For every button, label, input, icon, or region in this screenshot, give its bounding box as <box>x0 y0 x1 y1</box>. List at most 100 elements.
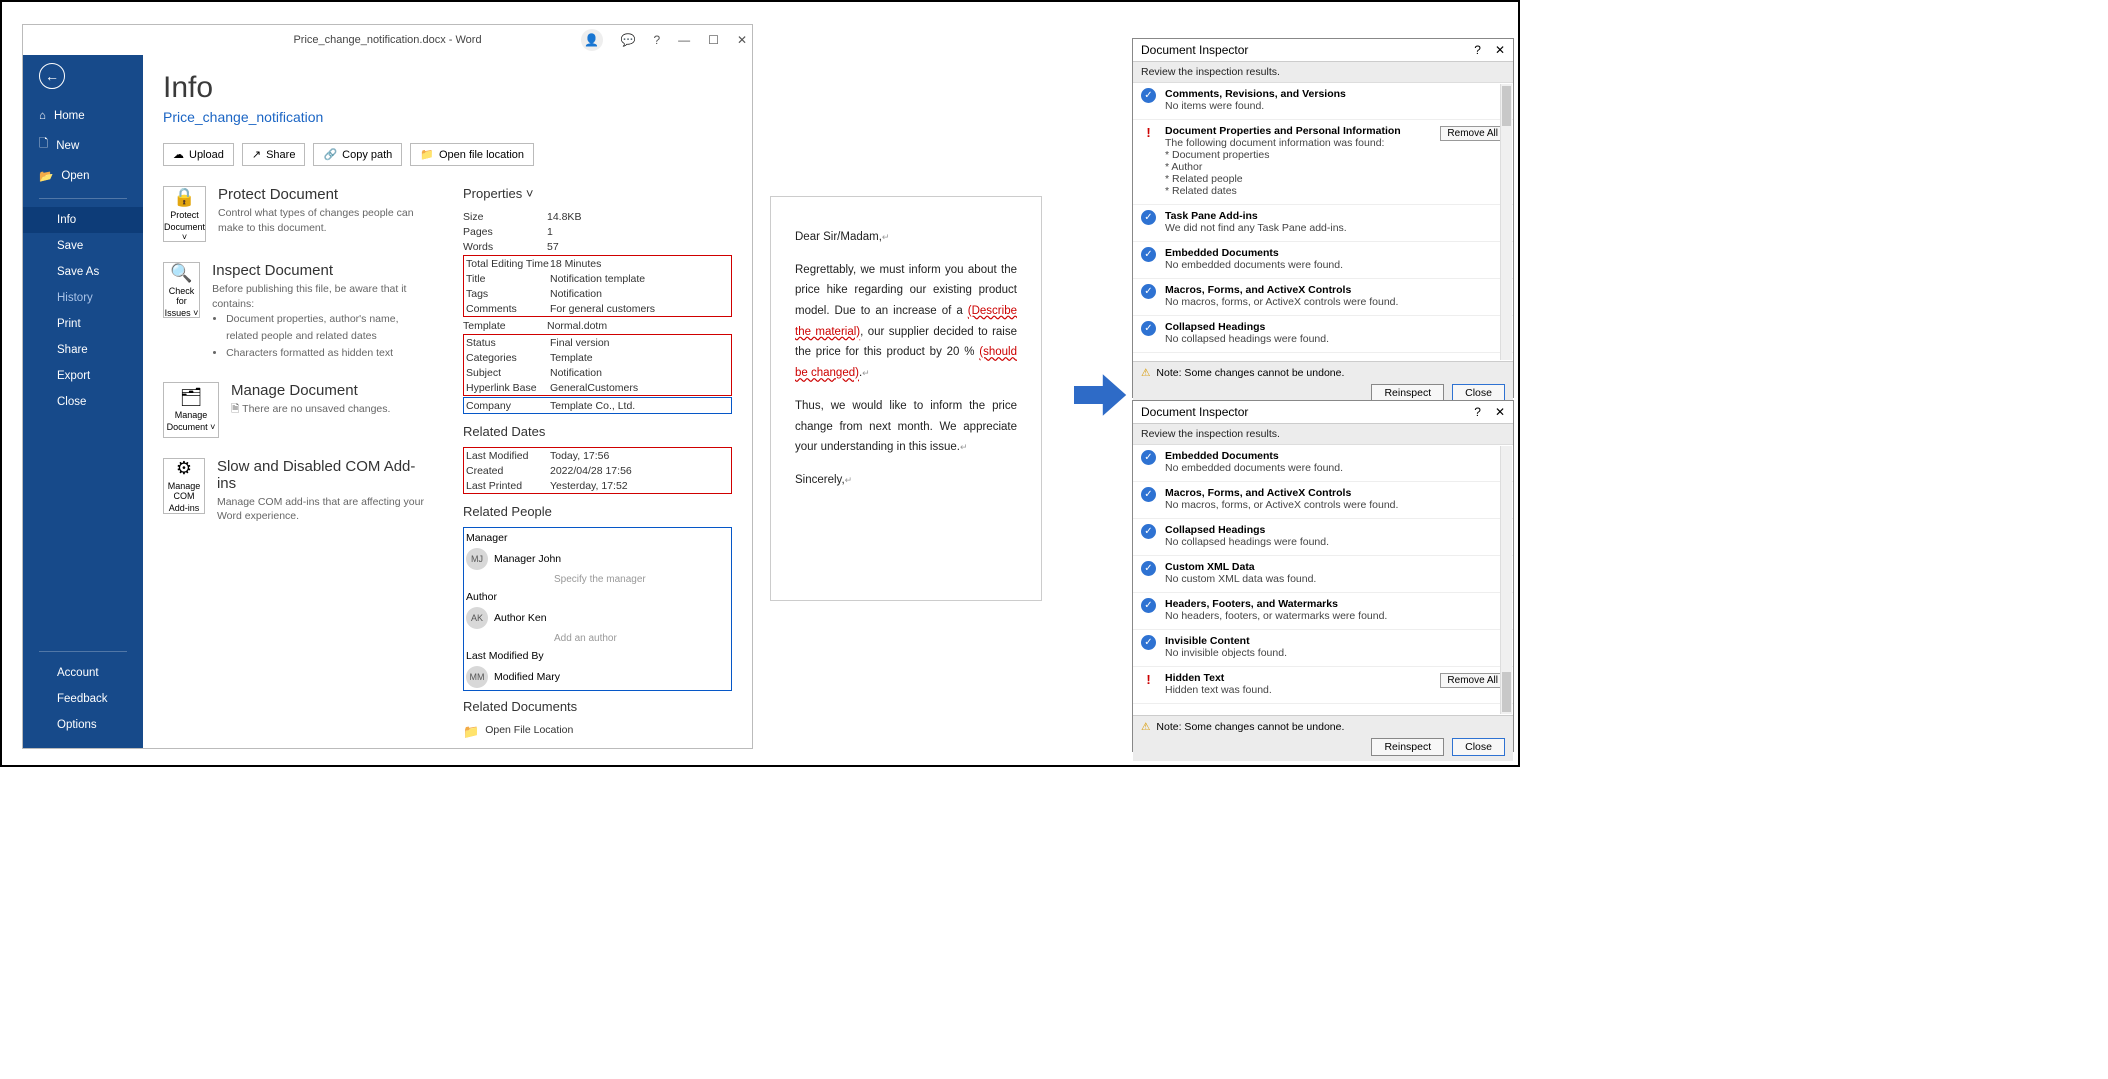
sidebar-item-feedback[interactable]: Feedback <box>23 686 143 712</box>
close-window-button[interactable]: ✕ <box>737 33 747 47</box>
minimize-button[interactable]: — <box>678 33 690 47</box>
prop-value[interactable]: Template Co., Ltd. <box>550 400 635 412</box>
scrollbar[interactable] <box>1500 446 1512 714</box>
lock-icon: 🔒 <box>173 187 195 208</box>
window-title: Price_change_notification.docx - Word <box>293 34 481 46</box>
prop-key: Last Modified <box>466 450 550 462</box>
arrow-icon <box>1074 370 1128 420</box>
sidebar-item-new[interactable]: 🗋New <box>23 129 143 162</box>
avatar: MM <box>466 666 488 688</box>
back-button[interactable]: ← <box>39 63 65 89</box>
reinspect-button[interactable]: Reinspect <box>1371 738 1444 756</box>
sidebar-item-share[interactable]: Share <box>23 337 143 363</box>
scrollbar[interactable] <box>1500 84 1512 360</box>
warning-icon: ! <box>1141 125 1156 140</box>
sidebar-item-save[interactable]: Save <box>23 233 143 259</box>
prop-value[interactable]: Final version <box>550 337 610 349</box>
close-dialog-button[interactable]: ✕ <box>1495 43 1505 57</box>
sidebar-item-account[interactable]: Account <box>23 660 143 686</box>
upload-button[interactable]: ☁Upload <box>163 143 234 166</box>
sidebar-item-label: Options <box>39 719 97 731</box>
remove-all-button[interactable]: Remove All <box>1440 126 1505 141</box>
prop-value[interactable]: GeneralCustomers <box>550 382 638 394</box>
sidebar-item-home[interactable]: ⌂Home <box>23 103 143 129</box>
inspector-item: ✓Macros, Forms, and ActiveX ControlsNo m… <box>1133 482 1513 519</box>
page-title: Info <box>163 71 732 105</box>
account-icon[interactable]: 👤 <box>581 29 603 51</box>
prop-key: Status <box>466 337 550 349</box>
sidebar-item-options[interactable]: Options <box>23 712 143 738</box>
check-icon: ✓ <box>1141 561 1156 576</box>
prop-key: Categories <box>466 352 550 364</box>
word-window: Price_change_notification.docx - Word 👤 … <box>22 24 753 749</box>
inspector-item-desc: No invisible objects found. <box>1165 647 1503 659</box>
titlebar: Price_change_notification.docx - Word 👤 … <box>23 25 752 55</box>
prop-key: Size <box>463 211 547 223</box>
prop-value[interactable]: Template <box>550 352 593 364</box>
highlight-box-blue: CompanyTemplate Co., Ltd. <box>463 397 732 414</box>
warning-icon: ! <box>1141 672 1156 687</box>
inspector-item-title: Task Pane Add-ins <box>1165 210 1503 222</box>
inspector-item: ✓Macros, Forms, and ActiveX ControlsNo m… <box>1133 279 1513 316</box>
remove-all-button[interactable]: Remove All <box>1440 673 1505 688</box>
inspector-item: ✓Custom XML DataNo custom XML data was f… <box>1133 556 1513 593</box>
inspector-results-list: ✓Embedded DocumentsNo embedded documents… <box>1133 445 1513 715</box>
share-button[interactable]: ↗Share <box>242 143 306 166</box>
inspector-item-desc: No collapsed headings were found. <box>1165 536 1503 548</box>
copypath-button[interactable]: 🔗Copy path <box>313 143 402 166</box>
check-issues-tile[interactable]: 🔍Check forIssues ˅ <box>163 262 200 318</box>
check-icon: ✓ <box>1141 635 1156 650</box>
prop-value[interactable]: Notification <box>550 288 602 300</box>
inspector-results-list: ✓Comments, Revisions, and VersionsNo ite… <box>1133 83 1513 361</box>
person-name[interactable]: Manager John <box>494 553 561 565</box>
properties-header[interactable]: Properties ˅ <box>463 186 732 201</box>
list-item: Characters formatted as hidden text <box>226 345 433 362</box>
sidebar-item-label: Save <box>39 240 83 252</box>
sidebar-item-history[interactable]: History <box>23 285 143 311</box>
inspector-item-title: Comments, Revisions, and Versions <box>1165 88 1503 100</box>
prop-value[interactable]: Notification <box>550 367 602 379</box>
hint-text[interactable]: Specify the manager <box>466 572 729 587</box>
help-button[interactable]: ? <box>1474 405 1481 419</box>
manage-com-tile[interactable]: ⚙Manage COMAdd-ins <box>163 458 205 514</box>
upload-icon: ☁ <box>173 148 184 161</box>
inspector-item: ✓Collapsed HeadingsNo collapsed headings… <box>1133 519 1513 556</box>
close-dialog-button[interactable]: ✕ <box>1495 405 1505 419</box>
dialog-title: Document Inspector <box>1141 43 1248 57</box>
inspector-item-title: Invisible Content <box>1165 635 1503 647</box>
prop-key: Title <box>466 273 550 285</box>
help-button[interactable]: ? <box>1474 43 1481 57</box>
sidebar-item-print[interactable]: Print <box>23 311 143 337</box>
prop-value[interactable]: Notification template <box>550 273 645 285</box>
document-preview: Dear Sir/Madam, Regrettably, we must inf… <box>770 196 1042 601</box>
prop-value[interactable]: For general customers <box>550 303 655 315</box>
addin-icon: ⚙ <box>176 458 192 479</box>
sidebar-item-saveas[interactable]: Save As <box>23 259 143 285</box>
openlocation-button[interactable]: 📁Open file location <box>410 143 534 166</box>
help-button[interactable]: ? <box>653 33 660 47</box>
highlight-box-red: StatusFinal version CategoriesTemplate S… <box>463 334 732 396</box>
person-name[interactable]: Author Ken <box>494 612 547 624</box>
inspector-item-title: Embedded Documents <box>1165 247 1503 259</box>
folder-icon: 📁 <box>420 148 434 161</box>
sidebar-item-open[interactable]: 📂Open <box>23 162 143 190</box>
inspector-item-desc: No embedded documents were found. <box>1165 259 1503 271</box>
sidebar-item-label: Share <box>39 344 88 356</box>
protect-document-tile[interactable]: 🔒ProtectDocument ˅ <box>163 186 206 242</box>
sidebar-item-close[interactable]: Close <box>23 389 143 415</box>
doc-paragraph: Thus, we would like to inform the price … <box>795 396 1017 458</box>
sidebar-item-info[interactable]: Info <box>23 207 143 233</box>
inspect-icon: 🔍 <box>170 263 192 284</box>
close-button[interactable]: Close <box>1452 738 1505 756</box>
hint-text[interactable]: Add an author <box>466 631 729 646</box>
document-inspector-dialog-bottom: Document Inspector ?✕ Review the inspect… <box>1132 400 1514 752</box>
sidebar-item-export[interactable]: Export <box>23 363 143 389</box>
note-text: Note: Some changes cannot be undone. <box>1156 721 1344 733</box>
inspector-item-title: Collapsed Headings <box>1165 524 1503 536</box>
button-label: Copy path <box>342 149 392 161</box>
maximize-button[interactable]: ☐ <box>708 33 719 47</box>
open-file-location-link[interactable]: 📁Open File Location <box>463 722 732 741</box>
manage-document-tile[interactable]: 🗂ManageDocument ˅ <box>163 382 219 438</box>
feedback-icon[interactable]: 💬 <box>621 33 636 47</box>
com-desc: Manage COM add-ins that are affecting yo… <box>217 495 433 524</box>
